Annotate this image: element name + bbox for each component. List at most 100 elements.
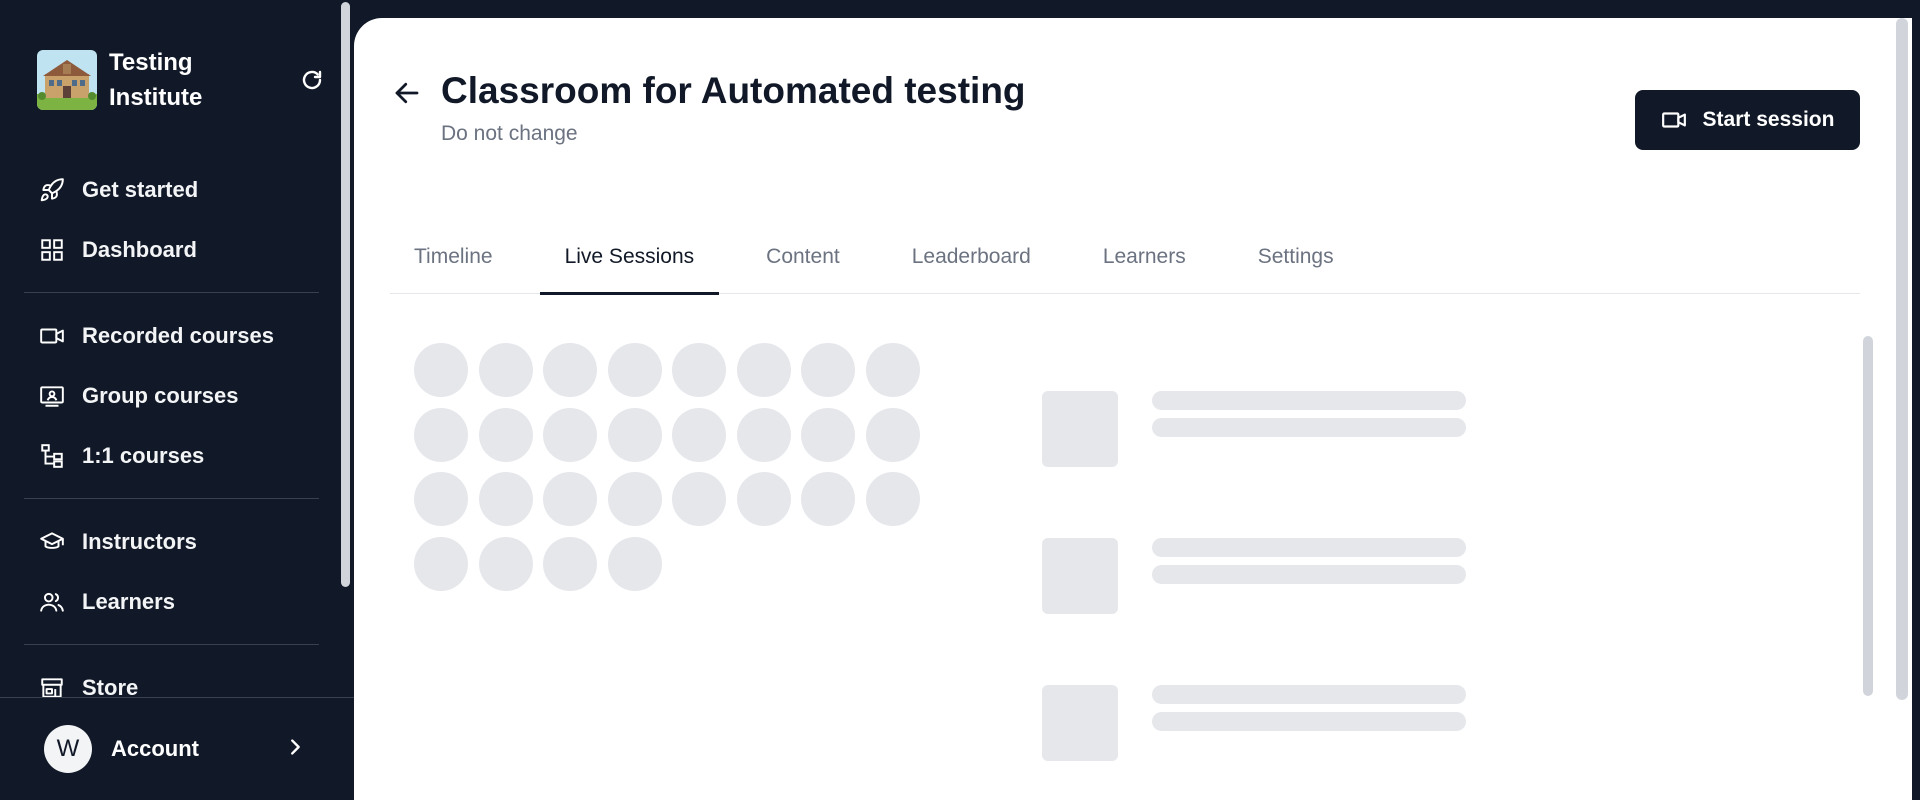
tab-live-sessions[interactable]: Live Sessions xyxy=(539,220,720,295)
sidebar-item-label: Group courses xyxy=(82,383,239,408)
text-placeholder xyxy=(1152,538,1466,557)
brand-name: Testing Institute xyxy=(109,49,203,111)
sidebar-item-label: 1:1 courses xyxy=(82,443,205,468)
sidebar-item-learners[interactable]: Learners xyxy=(24,572,319,632)
day-placeholder xyxy=(736,343,791,397)
nav-group-courses: Recorded courses Group courses 1:1 cours… xyxy=(24,306,319,486)
chevron-right-icon xyxy=(284,736,306,763)
text-placeholder xyxy=(1152,712,1466,731)
main-panel: Classroom for Automated testing Do not c… xyxy=(354,18,1912,800)
day-placeholder xyxy=(478,472,533,526)
account-label: Account xyxy=(111,736,199,761)
nav-group-people: Instructors Learners xyxy=(24,512,319,632)
sidebar-item-label: Dashboard xyxy=(82,237,197,262)
tab-label: Learners xyxy=(1102,245,1186,268)
tab-label: Content xyxy=(766,245,840,268)
day-placeholder xyxy=(543,536,597,591)
day-placeholder xyxy=(414,343,468,397)
sidebar: Testing Institute Get started Dashboard … xyxy=(0,0,354,800)
tab-content[interactable]: Content xyxy=(741,220,865,294)
users-icon xyxy=(38,588,66,616)
content-scrollbar[interactable] xyxy=(1863,336,1873,696)
sidebar-item-dashboard[interactable]: Dashboard xyxy=(24,220,319,280)
day-placeholder xyxy=(607,472,662,526)
avatar: W xyxy=(44,725,92,773)
hierarchy-icon xyxy=(38,442,66,470)
day-placeholder xyxy=(543,472,597,526)
day-placeholder xyxy=(801,472,855,526)
day-placeholder xyxy=(543,343,597,397)
text-placeholder xyxy=(1152,391,1466,410)
tab-settings[interactable]: Settings xyxy=(1233,220,1359,294)
arrow-left-icon xyxy=(395,82,419,104)
page-subtitle: Do not change xyxy=(441,122,578,145)
day-placeholder xyxy=(801,407,855,462)
day-placeholder xyxy=(865,472,920,526)
tab-label: Leaderboard xyxy=(911,245,1031,268)
thumbnail-placeholder xyxy=(1042,391,1118,467)
day-placeholder xyxy=(672,407,726,462)
tab-label: Live Sessions xyxy=(564,245,695,268)
presentation-icon xyxy=(38,382,66,410)
thumbnail-placeholder xyxy=(1042,538,1118,614)
start-session-button[interactable]: Start session xyxy=(1635,90,1860,150)
tab-leaderboard[interactable]: Leaderboard xyxy=(887,220,1056,294)
nav-group-main: Get started Dashboard xyxy=(24,160,319,280)
tab-label: Timeline xyxy=(414,245,493,268)
tab-timeline[interactable]: Timeline xyxy=(390,220,518,294)
day-placeholder xyxy=(607,407,662,462)
day-placeholder xyxy=(414,536,468,591)
calendar-skeleton xyxy=(414,343,934,603)
sidebar-item-group-courses[interactable]: Group courses xyxy=(24,366,319,426)
nav-divider xyxy=(24,292,319,293)
nav-divider xyxy=(24,644,319,645)
back-button[interactable] xyxy=(390,76,424,110)
sidebar-item-label: Learners xyxy=(82,589,175,614)
tab-bar: Timeline Live Sessions Content Leaderboa… xyxy=(390,220,1860,295)
app-root: Testing Institute Get started Dashboard … xyxy=(0,0,1920,800)
day-placeholder xyxy=(414,407,468,462)
sidebar-scrollbar[interactable] xyxy=(341,2,350,587)
nav-divider xyxy=(24,498,319,499)
refresh-button[interactable] xyxy=(297,65,327,95)
day-placeholder xyxy=(865,407,920,462)
page-title: Classroom for Automated testing xyxy=(441,70,1026,111)
sidebar-item-label: Instructors xyxy=(82,529,197,554)
tab-label: Settings xyxy=(1257,245,1334,268)
sidebar-nav: Get started Dashboard Recorded courses G… xyxy=(24,160,319,718)
day-placeholder xyxy=(672,343,726,397)
day-placeholder xyxy=(736,472,791,526)
video-camera-icon xyxy=(38,322,66,350)
day-placeholder xyxy=(478,536,533,591)
account-menu[interactable]: W Account xyxy=(0,697,354,800)
sidebar-item-one-on-one-courses[interactable]: 1:1 courses xyxy=(24,426,319,486)
day-placeholder xyxy=(607,536,662,591)
sidebar-item-get-started[interactable]: Get started xyxy=(24,160,319,220)
day-placeholder xyxy=(736,407,791,462)
day-placeholder xyxy=(607,343,662,397)
text-placeholder xyxy=(1152,418,1466,437)
rocket-icon xyxy=(38,176,66,204)
brand: Testing Institute xyxy=(37,45,327,115)
day-placeholder xyxy=(478,343,533,397)
day-placeholder xyxy=(414,472,468,526)
sidebar-item-instructors[interactable]: Instructors xyxy=(24,512,319,572)
graduation-cap-icon xyxy=(38,528,66,556)
thumbnail-placeholder xyxy=(1042,685,1118,761)
day-placeholder xyxy=(478,407,533,462)
tab-learners[interactable]: Learners xyxy=(1078,220,1211,294)
refresh-icon xyxy=(302,70,322,90)
text-placeholder xyxy=(1152,685,1466,704)
video-camera-icon xyxy=(1661,107,1687,133)
sidebar-item-label: Get started xyxy=(82,177,199,202)
start-session-label: Start session xyxy=(1702,108,1835,131)
day-placeholder xyxy=(865,343,920,397)
text-placeholder xyxy=(1152,565,1466,584)
page-scrollbar[interactable] xyxy=(1896,18,1908,700)
day-placeholder xyxy=(543,407,597,462)
day-placeholder xyxy=(801,343,855,397)
grid-icon xyxy=(38,236,66,264)
sidebar-item-recorded-courses[interactable]: Recorded courses xyxy=(24,306,319,366)
school-building-logo xyxy=(37,50,97,110)
sidebar-item-label: Recorded courses xyxy=(82,323,274,348)
